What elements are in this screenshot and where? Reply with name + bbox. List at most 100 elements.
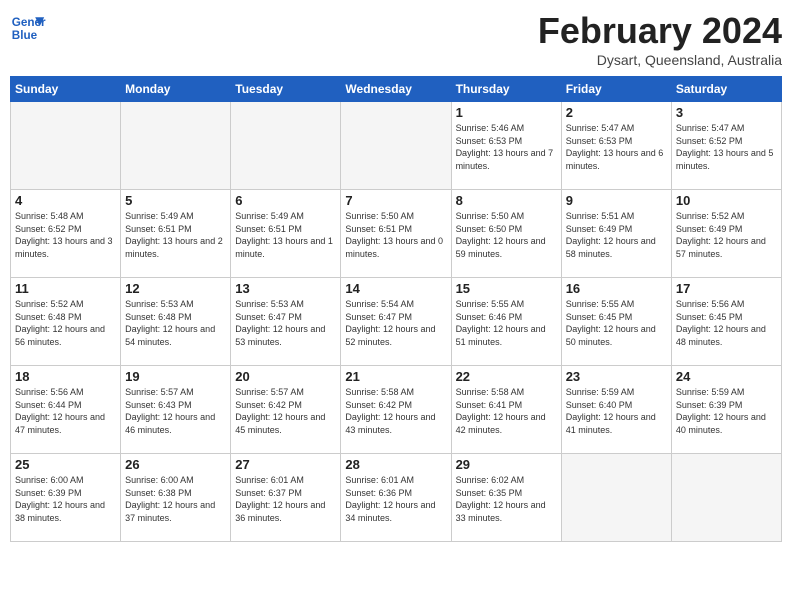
calendar-cell: 19Sunrise: 5:57 AMSunset: 6:43 PMDayligh… (121, 366, 231, 454)
calendar-table: SundayMondayTuesdayWednesdayThursdayFrid… (10, 76, 782, 542)
day-number: 9 (566, 193, 667, 208)
day-header-monday: Monday (121, 77, 231, 102)
day-info: Sunrise: 5:59 AMSunset: 6:39 PMDaylight:… (676, 386, 777, 436)
day-header-sunday: Sunday (11, 77, 121, 102)
day-header-wednesday: Wednesday (341, 77, 451, 102)
day-info: Sunrise: 5:55 AMSunset: 6:45 PMDaylight:… (566, 298, 667, 348)
day-info: Sunrise: 5:56 AMSunset: 6:45 PMDaylight:… (676, 298, 777, 348)
day-number: 2 (566, 105, 667, 120)
day-number: 13 (235, 281, 336, 296)
day-number: 5 (125, 193, 226, 208)
day-number: 3 (676, 105, 777, 120)
day-number: 16 (566, 281, 667, 296)
day-header-tuesday: Tuesday (231, 77, 341, 102)
day-info: Sunrise: 5:52 AMSunset: 6:48 PMDaylight:… (15, 298, 116, 348)
location-title: Dysart, Queensland, Australia (538, 52, 782, 68)
day-number: 11 (15, 281, 116, 296)
day-number: 17 (676, 281, 777, 296)
calendar-cell: 13 Sunrise: 5:53 AMSunset: 6:47 PMDayligh… (231, 278, 341, 366)
day-info: Sunrise: 5:47 AMSunset: 6:52 PMDaylight:… (676, 122, 777, 172)
calendar-cell (671, 454, 781, 542)
day-info: Sunrise: 5:48 AMSunset: 6:52 PMDaylight:… (15, 210, 116, 260)
day-number: 14 (345, 281, 446, 296)
calendar-cell (341, 102, 451, 190)
day-info: Sunrise: 5:47 AMSunset: 6:53 PMDaylight:… (566, 122, 667, 172)
day-info: Sunrise: 5:54 AMSunset: 6:47 PMDaylight:… (345, 298, 446, 348)
calendar-cell: 16 Sunrise: 5:55 AMSunset: 6:45 PMDayligh… (561, 278, 671, 366)
calendar-cell (121, 102, 231, 190)
logo-icon: General Blue (10, 10, 46, 46)
calendar-cell: 9 Sunrise: 5:51 AMSunset: 6:49 PMDaylight… (561, 190, 671, 278)
day-header-friday: Friday (561, 77, 671, 102)
calendar-cell (561, 454, 671, 542)
calendar-cell: 18 Sunrise: 5:56 AMSunset: 6:44 PMDayligh… (11, 366, 121, 454)
calendar-cell: 12 Sunrise: 5:53 AMSunset: 6:48 PMDayligh… (121, 278, 231, 366)
day-number: 28 (345, 457, 446, 472)
title-area: February 2024 Dysart, Queensland, Austra… (538, 10, 782, 68)
day-number: 15 (456, 281, 557, 296)
calendar-cell: 7 Sunrise: 5:50 AMSunset: 6:51 PMDaylight… (341, 190, 451, 278)
day-number: 4 (15, 193, 116, 208)
day-info: Sunrise: 5:53 AMSunset: 6:48 PMDaylight:… (125, 298, 226, 348)
day-number: 7 (345, 193, 446, 208)
calendar-cell: 21 Sunrise: 5:58 AMSunset: 6:42 PMDayligh… (341, 366, 451, 454)
calendar-cell: 3 Sunrise: 5:47 AMSunset: 6:52 PMDaylight… (671, 102, 781, 190)
calendar-cell: 4 Sunrise: 5:48 AMSunset: 6:52 PMDaylight… (11, 190, 121, 278)
day-info: Sunrise: 5:50 AMSunset: 6:51 PMDaylight:… (345, 210, 446, 260)
calendar-cell: 5 Sunrise: 5:49 AMSunset: 6:51 PMDaylight… (121, 190, 231, 278)
month-title: February 2024 (538, 10, 782, 52)
day-info: Sunrise: 6:01 AMSunset: 6:37 PMDaylight:… (235, 474, 336, 524)
svg-text:Blue: Blue (12, 29, 38, 42)
day-info: Sunrise: 5:46 AMSunset: 6:53 PMDaylight:… (456, 122, 557, 172)
day-info: Sunrise: 6:00 AMSunset: 6:39 PMDaylight:… (15, 474, 116, 524)
calendar-cell: 10 Sunrise: 5:52 AMSunset: 6:49 PMDayligh… (671, 190, 781, 278)
calendar-cell: 14 Sunrise: 5:54 AMSunset: 6:47 PMDayligh… (341, 278, 451, 366)
day-info: Sunrise: 5:55 AMSunset: 6:46 PMDaylight:… (456, 298, 557, 348)
day-number: 18 (15, 369, 116, 384)
day-number: 6 (235, 193, 336, 208)
day-number: 29 (456, 457, 557, 472)
day-info: Sunrise: 5:49 AMSunset: 6:51 PMDaylight:… (235, 210, 336, 260)
calendar-cell: 23 Sunrise: 5:59 AMSunset: 6:40 PMDayligh… (561, 366, 671, 454)
calendar-cell: 26 Sunrise: 6:00 AMSunset: 6:38 PMDayligh… (121, 454, 231, 542)
day-info: Sunrise: 6:00 AMSunset: 6:38 PMDaylight:… (125, 474, 226, 524)
day-number: 8 (456, 193, 557, 208)
day-number: 1 (456, 105, 557, 120)
day-info: Sunrise: 5:56 AMSunset: 6:44 PMDaylight:… (15, 386, 116, 436)
day-info: Sunrise: 6:02 AMSunset: 6:35 PMDaylight:… (456, 474, 557, 524)
calendar-cell: 22 Sunrise: 5:58 AMSunset: 6:41 PMDayligh… (451, 366, 561, 454)
day-number: 22 (456, 369, 557, 384)
day-number: 24 (676, 369, 777, 384)
calendar-cell: 15 Sunrise: 5:55 AMSunset: 6:46 PMDayligh… (451, 278, 561, 366)
day-number: 20 (235, 369, 336, 384)
day-number: 27 (235, 457, 336, 472)
calendar-cell: 2 Sunrise: 5:47 AMSunset: 6:53 PMDaylight… (561, 102, 671, 190)
calendar-cell: 11 Sunrise: 5:52 AMSunset: 6:48 PMDayligh… (11, 278, 121, 366)
day-header-thursday: Thursday (451, 77, 561, 102)
calendar-cell: 17 Sunrise: 5:56 AMSunset: 6:45 PMDayligh… (671, 278, 781, 366)
logo: General Blue (10, 10, 46, 46)
calendar-cell: 8 Sunrise: 5:50 AMSunset: 6:50 PMDaylight… (451, 190, 561, 278)
day-info: Sunrise: 5:50 AMSunset: 6:50 PMDaylight:… (456, 210, 557, 260)
day-info: Sunrise: 5:59 AMSunset: 6:40 PMDaylight:… (566, 386, 667, 436)
calendar-cell: 29 Sunrise: 6:02 AMSunset: 6:35 PMDayligh… (451, 454, 561, 542)
calendar-cell: 25 Sunrise: 6:00 AMSunset: 6:39 PMDayligh… (11, 454, 121, 542)
day-info: Sunrise: 5:58 AMSunset: 6:42 PMDaylight:… (345, 386, 446, 436)
day-number: 23 (566, 369, 667, 384)
calendar-cell (11, 102, 121, 190)
calendar-cell: 28Sunrise: 6:01 AMSunset: 6:36 PMDayligh… (341, 454, 451, 542)
day-number: 25 (15, 457, 116, 472)
calendar-cell: 1 Sunrise: 5:46 AMSunset: 6:53 PMDaylight… (451, 102, 561, 190)
day-number: 12 (125, 281, 226, 296)
day-info: Sunrise: 5:58 AMSunset: 6:41 PMDaylight:… (456, 386, 557, 436)
day-info: Sunrise: 5:49 AMSunset: 6:51 PMDaylight:… (125, 210, 226, 260)
day-number: 10 (676, 193, 777, 208)
calendar-cell: 20Sunrise: 5:57 AMSunset: 6:42 PMDayligh… (231, 366, 341, 454)
day-info: Sunrise: 5:51 AMSunset: 6:49 PMDaylight:… (566, 210, 667, 260)
day-number: 21 (345, 369, 446, 384)
day-number: 26 (125, 457, 226, 472)
day-info: Sunrise: 5:57 AMSunset: 6:43 PMDaylight:… (125, 386, 226, 436)
calendar-cell: 24 Sunrise: 5:59 AMSunset: 6:39 PMDayligh… (671, 366, 781, 454)
day-info: Sunrise: 5:53 AMSunset: 6:47 PMDaylight:… (235, 298, 336, 348)
day-info: Sunrise: 5:52 AMSunset: 6:49 PMDaylight:… (676, 210, 777, 260)
